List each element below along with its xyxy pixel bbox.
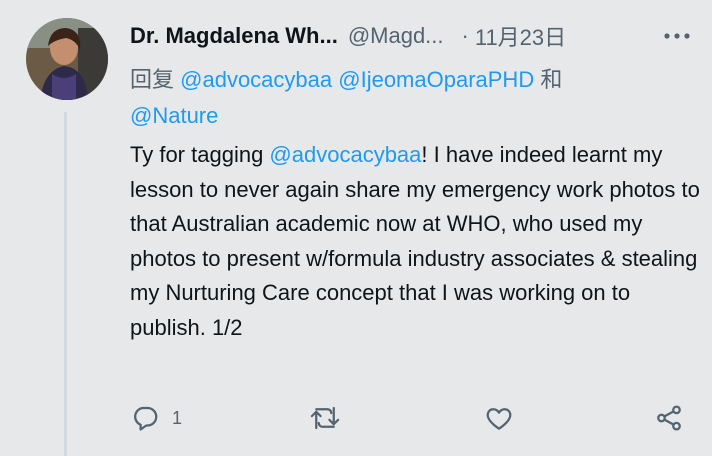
tweet-action-bar: 1 xyxy=(130,398,690,438)
reply-mention-link[interactable]: @advocacybaa xyxy=(180,67,332,92)
reply-count: 1 xyxy=(172,407,183,428)
tweet-text-start: Ty for tagging xyxy=(130,142,270,167)
tweet-text: Ty for tagging @advocacybaa! I have inde… xyxy=(130,138,700,345)
avatar-photo xyxy=(26,18,108,100)
reply-button[interactable]: 1 xyxy=(130,398,182,438)
more-horizontal-icon xyxy=(664,33,690,39)
reply-mention-link[interactable]: @Nature xyxy=(130,103,218,128)
heart-icon xyxy=(486,408,512,430)
reply-conjunction: 和 xyxy=(540,67,563,92)
reply-prefix: 回复 xyxy=(130,67,175,92)
reply-mention-link[interactable]: @IjeomaOparaPHD xyxy=(338,67,534,92)
like-button[interactable] xyxy=(484,398,514,438)
author-name[interactable]: Dr. Magdalena Wh... xyxy=(130,23,338,49)
tweet-text-rest: ! I have indeed learnt my lesson to neve… xyxy=(130,142,700,340)
more-options-button[interactable] xyxy=(662,24,692,48)
retweet-button[interactable] xyxy=(308,398,342,438)
share-button[interactable] xyxy=(654,398,684,438)
retweet-icon xyxy=(310,406,340,430)
share-icon xyxy=(657,405,681,431)
thread-connector-line xyxy=(64,112,67,456)
tweet-header: Dr. Magdalena Wh... @Magd... · 11月23日 xyxy=(130,18,692,54)
reply-context: 回复 @advocacybaa @IjeomaOparaPHD 和 @Natur… xyxy=(130,62,650,134)
reply-icon xyxy=(134,406,158,431)
tweet-date[interactable]: 11月23日 xyxy=(475,20,566,52)
tweet-mention-link[interactable]: @advocacybaa xyxy=(269,142,421,167)
avatar[interactable] xyxy=(26,18,108,100)
author-handle[interactable]: @Magd... xyxy=(348,23,444,49)
separator-dot: · xyxy=(461,23,469,48)
